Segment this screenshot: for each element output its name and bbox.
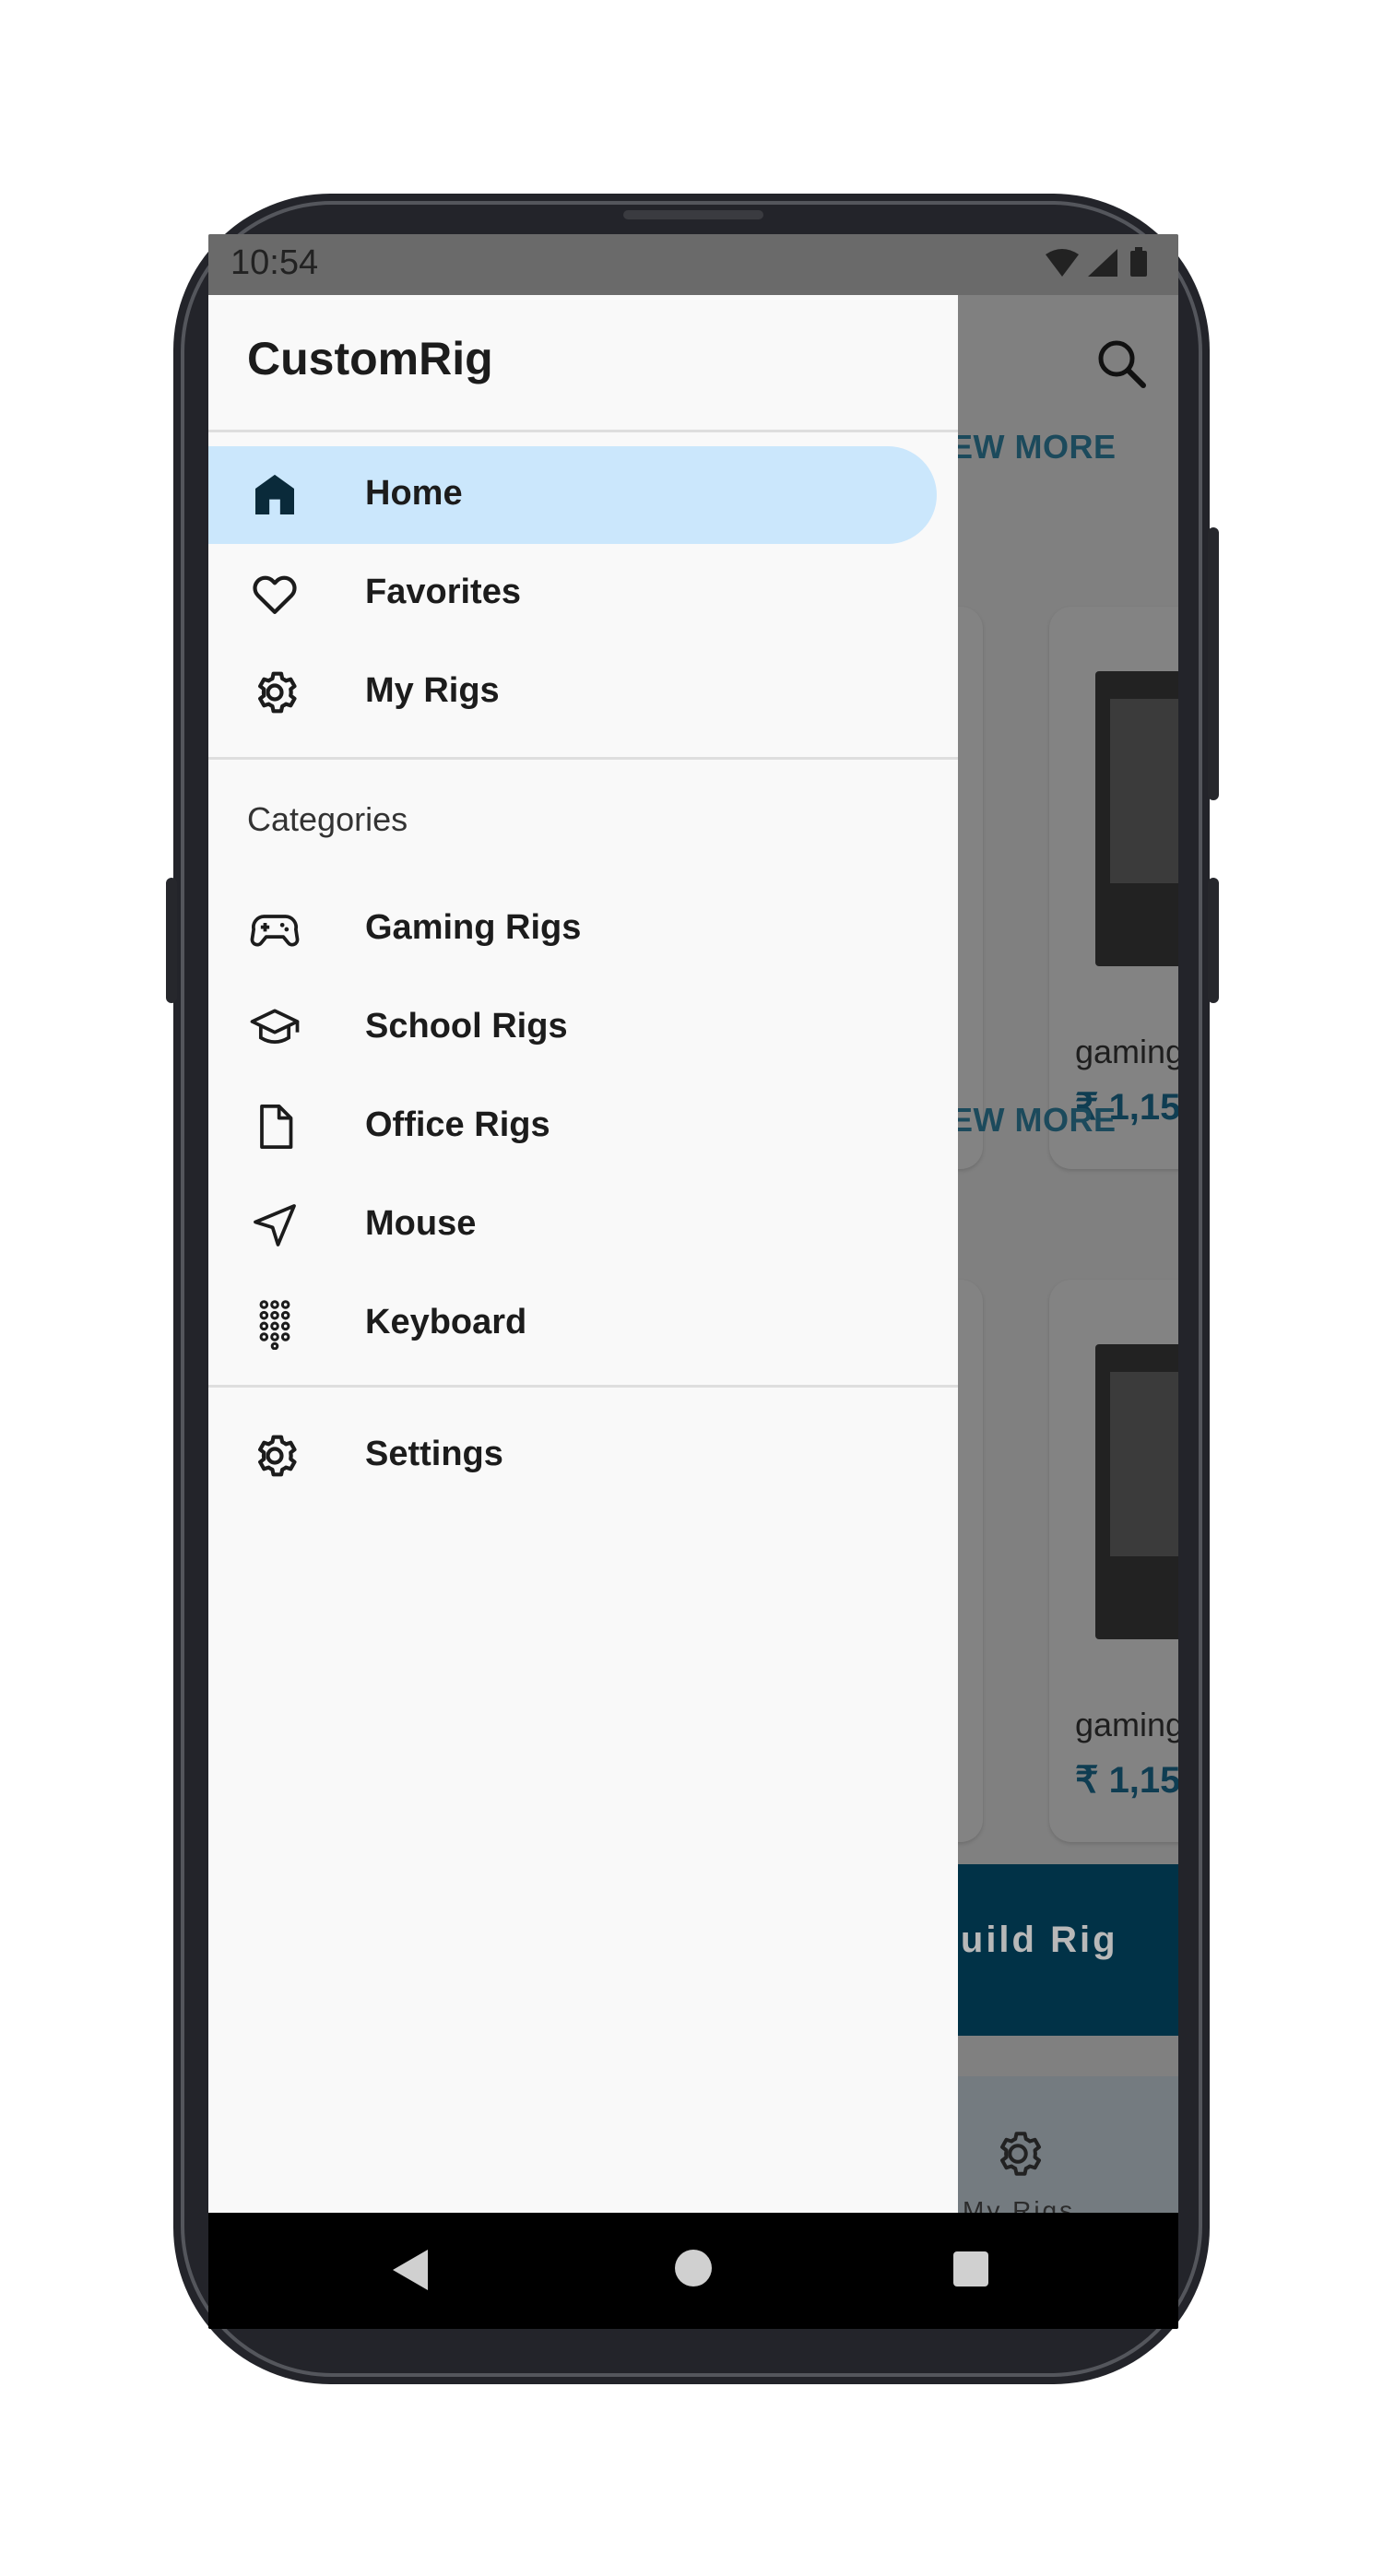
- screen: 10:54 VIEW MORE gaming ₹ 1,15 VIEW MORE: [208, 234, 1178, 2329]
- categories-heading: Categories: [247, 800, 408, 838]
- gear-icon[interactable]: [990, 2126, 1046, 2181]
- drawer-title: CustomRig: [247, 333, 493, 384]
- dialpad-icon: [249, 1298, 301, 1350]
- drawer-item-label: Keyboard: [365, 1303, 527, 1341]
- battery-icon: [1130, 247, 1147, 277]
- drawer-item-office-rigs[interactable]: Office Rigs: [208, 1078, 937, 1176]
- status-icons: [1044, 247, 1154, 284]
- drawer-item-home[interactable]: Home: [208, 446, 937, 544]
- product-card[interactable]: gaming ₹ 1,15: [1049, 1280, 1178, 1842]
- side-button-left: [166, 878, 177, 1003]
- drawer-item-label: Home: [365, 474, 463, 513]
- home-icon: [249, 469, 301, 521]
- recents-icon[interactable]: [953, 2251, 988, 2286]
- signal-icon: [1088, 249, 1117, 277]
- drawer-item-label: Settings: [365, 1435, 503, 1473]
- drawer-item-settings[interactable]: Settings: [208, 1407, 937, 1505]
- document-icon: [249, 1101, 301, 1152]
- status-time: 10:54: [230, 243, 319, 282]
- back-icon[interactable]: [393, 2250, 428, 2290]
- drawer-item-label: School Rigs: [365, 1007, 568, 1046]
- product-name: gaming: [1075, 1706, 1178, 1743]
- home-circle-icon[interactable]: [675, 2250, 712, 2286]
- search-icon[interactable]: [1093, 336, 1149, 391]
- drawer-item-favorites[interactable]: Favorites: [208, 545, 937, 643]
- drawer-item-label: My Rigs: [365, 671, 500, 710]
- build-rig-label: Build Rig: [931, 1920, 1118, 1960]
- product-name: gaming: [1075, 1033, 1178, 1070]
- graduation-cap-icon: [249, 1002, 301, 1054]
- drawer-item-school-rigs[interactable]: School Rigs: [208, 979, 937, 1077]
- navigation-drawer: CustomRig Home Favorites My Rigs Categor…: [208, 295, 958, 2213]
- drawer-item-mouse[interactable]: Mouse: [208, 1176, 937, 1274]
- gamepad-icon: [249, 904, 301, 955]
- divider: [208, 430, 958, 432]
- drawer-item-label: Office Rigs: [365, 1105, 550, 1144]
- drawer-item-label: Favorites: [365, 573, 521, 611]
- drawer-item-label: Mouse: [365, 1204, 477, 1243]
- navigation-arrow-icon: [249, 1199, 301, 1251]
- system-nav-bar: [208, 2213, 1178, 2329]
- product-card[interactable]: gaming ₹ 1,15: [1049, 607, 1178, 1169]
- drawer-item-gaming-rigs[interactable]: Gaming Rigs: [208, 880, 937, 978]
- power-button: [1208, 527, 1219, 800]
- drawer-item-my-rigs[interactable]: My Rigs: [208, 644, 937, 741]
- settings-gear-icon: [249, 1430, 301, 1482]
- divider: [208, 757, 958, 760]
- heart-icon: [249, 568, 301, 620]
- drawer-item-keyboard[interactable]: Keyboard: [208, 1275, 937, 1373]
- divider: [208, 1385, 958, 1388]
- gear-icon: [249, 667, 301, 718]
- status-bar: 10:54: [208, 234, 1178, 295]
- wifi-icon: [1046, 249, 1079, 277]
- volume-button: [1208, 878, 1219, 1003]
- product-price: ₹ 1,15: [1075, 1760, 1178, 1801]
- drawer-item-label: Gaming Rigs: [365, 908, 582, 947]
- speaker-grille: [623, 210, 763, 219]
